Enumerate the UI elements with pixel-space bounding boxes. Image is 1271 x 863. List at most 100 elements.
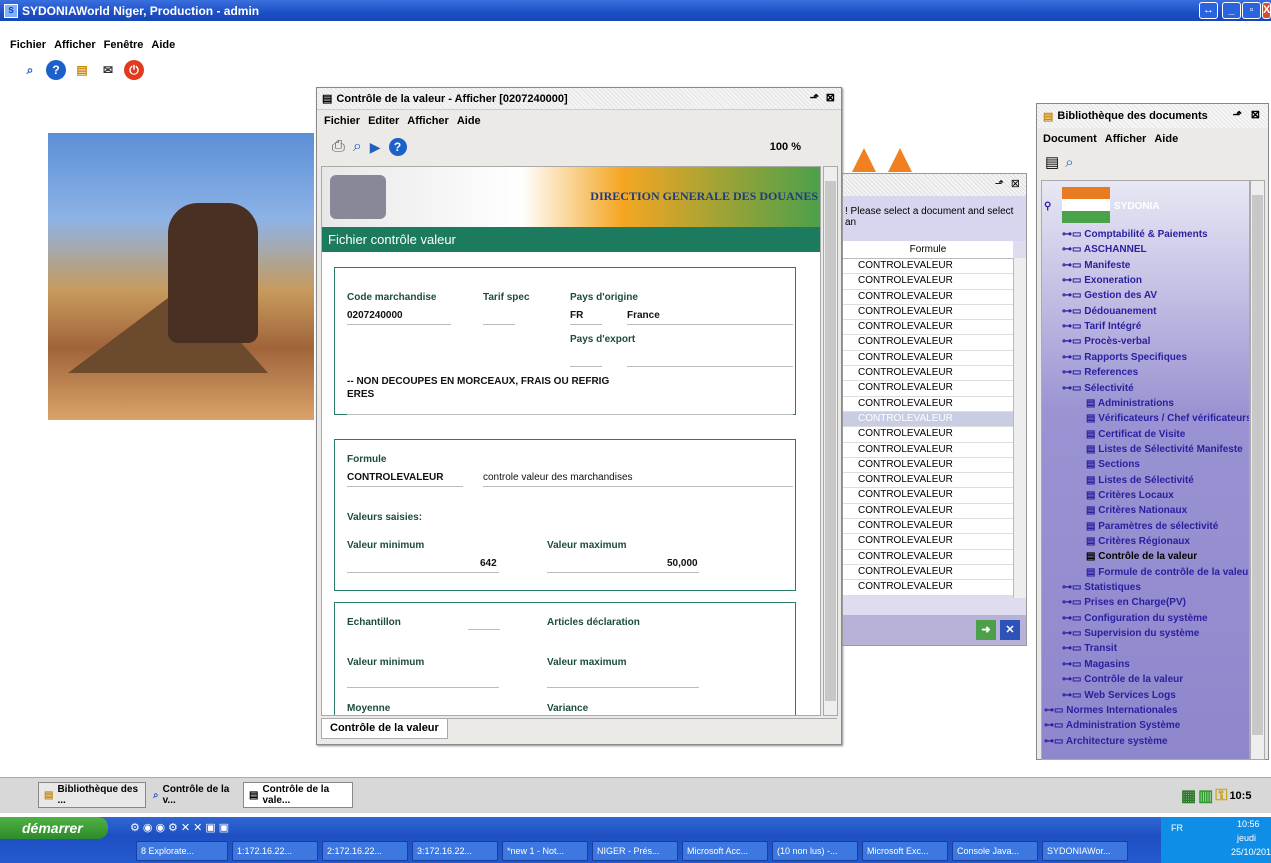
code-marchandise-value[interactable]: 0207240000 <box>347 310 403 321</box>
tree-node[interactable]: ▤ Critères Régionaux <box>1086 536 1190 547</box>
windows-task-button[interactable]: 3:172.16.22... <box>412 841 498 861</box>
tree-node[interactable]: ▤ Sections <box>1086 459 1140 470</box>
formule-list-row[interactable]: CONTROLEVALEUR <box>843 335 1013 351</box>
undock-icon[interactable]: ⬏ <box>995 177 1004 190</box>
tree-node[interactable]: ▤ Administrations <box>1086 398 1174 409</box>
start-button[interactable]: démarrer <box>0 817 108 839</box>
formule-list-row[interactable]: CONTROLEVALEUR <box>843 411 1013 428</box>
windows-task-button[interactable]: Microsoft Exc... <box>862 841 948 861</box>
taskbar-bibliotheque[interactable]: ▤ Bibliothèque des ... <box>38 782 146 808</box>
power-icon[interactable]: ⏻ <box>124 60 144 80</box>
tree-node[interactable]: ⊶▭ Contrôle de la valeur <box>1062 674 1183 685</box>
formule-list-row[interactable]: CONTROLEVALEUR <box>843 503 1013 520</box>
tree-node[interactable]: ⊶▭ Administration Système <box>1044 720 1180 731</box>
tree-node[interactable]: ⊶▭ Exoneration <box>1062 275 1142 286</box>
maximize-icon[interactable]: ⊠ <box>1011 177 1020 190</box>
formule-list-row[interactable]: CONTROLEVALEUR <box>843 442 1013 458</box>
windows-task-button[interactable]: 8 Explorate... <box>136 841 228 861</box>
taskbar-controle-view[interactable]: ⌕ Contrôle de la v... <box>148 782 242 808</box>
tree-node[interactable]: ⊶▭ Supervision du système <box>1062 628 1199 639</box>
formule-list-row[interactable]: CONTROLEVALEUR <box>843 488 1013 504</box>
menu-afficher[interactable]: Afficher <box>407 115 449 127</box>
tree-node[interactable]: ▤ Formule de contrôle de la valeur <box>1086 567 1249 578</box>
maximize-icon[interactable]: ⊠ <box>826 91 835 104</box>
zoom-level[interactable]: 100 % <box>770 141 801 153</box>
formule-list-row[interactable]: CONTROLEVALEUR <box>843 534 1013 550</box>
formule-list-row[interactable]: CONTROLEVALEUR <box>843 396 1013 412</box>
tree-node[interactable]: ⊶▭ Gestion des AV <box>1062 290 1157 301</box>
library-scrollbar[interactable] <box>1250 180 1265 760</box>
menu-aide[interactable]: Aide <box>1154 133 1178 145</box>
valeur-maximum-value[interactable]: 50,000 <box>667 558 698 569</box>
formule-list-row[interactable]: CONTROLEVALEUR <box>843 564 1013 581</box>
tree-node[interactable]: ▤ Vérificateurs / Chef vérificateurs <box>1086 413 1249 424</box>
tree-node[interactable]: ⊶▭ Prises en Charge(PV) <box>1062 597 1186 608</box>
taskbar-controle-valeur[interactable]: ▤ Contrôle de la vale... <box>243 782 353 808</box>
tree-node[interactable]: ⊶▭ Rapports Specifiques <box>1062 352 1187 363</box>
undock-icon[interactable]: ⬏ <box>810 91 819 104</box>
menu-fichier[interactable]: Fichier <box>10 39 46 51</box>
tree-node[interactable]: ⊶▭ Manifeste <box>1062 260 1130 271</box>
formule-list-row[interactable]: CONTROLEVALEUR <box>843 519 1013 535</box>
menu-aide[interactable]: Aide <box>457 115 481 127</box>
library-icon[interactable]: ▤ <box>72 60 92 80</box>
formule-list-row[interactable]: CONTROLEVALEUR <box>843 457 1013 474</box>
tree-node[interactable]: ⊶▭ Architecture système <box>1044 736 1168 747</box>
search-icon[interactable]: ⌕ <box>1065 154 1073 171</box>
tree-node[interactable]: ⊶▭ Statistiques <box>1062 582 1141 593</box>
pays-origine-code[interactable]: FR <box>570 310 583 321</box>
formule-list-row[interactable]: CONTROLEVALEUR <box>843 350 1013 367</box>
tree-node[interactable]: ▤ Contrôle de la valeur <box>1086 551 1197 562</box>
menu-editer[interactable]: Editer <box>368 115 399 127</box>
restore-icon[interactable]: ↔ <box>1199 2 1218 19</box>
windows-task-button[interactable]: 2:172.16.22... <box>322 841 408 861</box>
tree-node[interactable]: ⊶▭ Comptabilité & Paiements <box>1062 229 1208 240</box>
document-scrollbar[interactable] <box>823 166 838 716</box>
formule-list-row[interactable]: CONTROLEVALEUR <box>843 274 1013 290</box>
help-icon[interactable]: ? <box>46 60 66 80</box>
valeur-minimum-value[interactable]: 642 <box>480 558 497 569</box>
tree-node[interactable]: ⊶▭ Sélectivité <box>1062 383 1134 394</box>
formule-list-row[interactable]: CONTROLEVALEUR <box>843 381 1013 397</box>
document-icon[interactable]: ▤ <box>1045 153 1059 171</box>
formule-list-row[interactable]: CONTROLEVALEUR <box>843 304 1013 321</box>
undock-icon[interactable]: ⬏ <box>1233 108 1242 121</box>
mail-icon[interactable]: ✉ <box>98 60 118 80</box>
expand-icon[interactable]: ⚲ <box>1044 201 1051 212</box>
search-icon[interactable]: ⌕ <box>20 60 40 80</box>
formule-list-row[interactable]: CONTROLEVALEUR <box>843 289 1013 305</box>
formule-list-row[interactable]: CONTROLEVALEUR <box>843 580 1013 596</box>
formule-list-row[interactable]: CONTROLEVALEUR <box>843 473 1013 489</box>
scroll-thumb[interactable] <box>1252 195 1263 735</box>
tree-node[interactable]: ▤ Listes de Sélectivité Manifeste <box>1086 444 1243 455</box>
windows-task-button[interactable]: Microsoft Acc... <box>682 841 768 861</box>
formule-list-row[interactable]: CONTROLEVALEUR <box>843 320 1013 336</box>
tree-node[interactable]: ⊶▭ ASCHANNEL <box>1062 244 1147 255</box>
formule-list-row[interactable]: CONTROLEVALEUR <box>843 259 1013 275</box>
menu-afficher[interactable]: Afficher <box>1105 133 1147 145</box>
tree-node[interactable]: ▤ Critères Nationaux <box>1086 505 1187 516</box>
quick-launch-icons[interactable]: ⚙◉◉⚙✕✕▣▣ <box>130 821 232 834</box>
list-scrollbar[interactable] <box>1013 258 1026 598</box>
tree-node[interactable]: ▤ Certificat de Visite <box>1086 429 1185 440</box>
tree-node[interactable]: ⊶▭ References <box>1062 367 1138 378</box>
search-icon[interactable]: ⌕ <box>353 138 362 156</box>
tree-node[interactable]: ▤ Listes de Sélectivité <box>1086 475 1194 486</box>
language-indicator[interactable]: FR <box>1171 823 1183 833</box>
menu-fichier[interactable]: Fichier <box>324 115 360 127</box>
maximize-button[interactable]: ▫ <box>1242 2 1261 19</box>
tree-node[interactable]: ▤ Paramètres de sélectivité <box>1086 521 1218 532</box>
menu-document[interactable]: Document <box>1043 133 1097 145</box>
windows-task-button[interactable]: NIGER - Prés... <box>592 841 678 861</box>
formule-list-row[interactable]: CONTROLEVALEUR <box>843 549 1013 565</box>
tree-node[interactable]: ⊶▭ Transit <box>1062 643 1117 654</box>
back-arrow-icon[interactable]: ➜ <box>976 620 996 640</box>
windows-task-button[interactable]: (10 non lus) -... <box>772 841 858 861</box>
menu-aide[interactable]: Aide <box>151 39 175 51</box>
tree-node[interactable]: ⊶▭ Magasins <box>1062 659 1130 670</box>
cancel-icon[interactable]: ✕ <box>1000 620 1020 640</box>
windows-task-button[interactable]: *new 1 - Not... <box>502 841 588 861</box>
tree-node[interactable]: ⊶▭ Procès-verbal <box>1062 336 1150 347</box>
menu-afficher[interactable]: Afficher <box>54 39 96 51</box>
close-button[interactable]: X <box>1262 2 1271 19</box>
